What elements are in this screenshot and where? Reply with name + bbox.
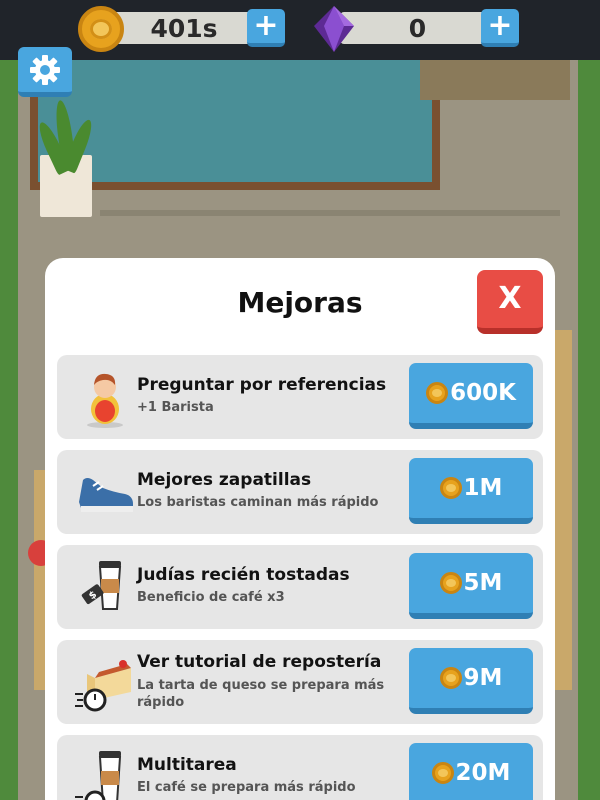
floor-stripe xyxy=(100,210,560,216)
upgrade-price: 600K xyxy=(450,380,516,406)
cafe-wall-segment xyxy=(420,60,570,100)
upgrade-title: Mejores zapatillas xyxy=(137,470,312,490)
shelf-right xyxy=(554,330,572,690)
upgrade-row: Mejores zapatillas Los baristas caminan … xyxy=(57,450,543,534)
upgrades-dialog: Mejoras X Preguntar por referencias +1 B… xyxy=(45,258,555,800)
close-button[interactable]: X xyxy=(477,270,543,334)
resource-bar: 401s + 0 + xyxy=(0,0,600,60)
upgrade-title: Multitarea xyxy=(137,755,237,775)
buy-upgrade-button[interactable]: 600K xyxy=(409,363,533,429)
gem-amount: 0 xyxy=(408,14,427,43)
upgrade-subtitle: El café se prepara más rápido xyxy=(137,780,356,795)
coin-icon xyxy=(439,477,462,499)
cheesecake-speed-icon xyxy=(75,660,131,712)
coin-amount: 401s xyxy=(150,14,218,43)
buy-upgrade-button[interactable]: 9M xyxy=(409,648,533,714)
add-coins-button[interactable]: + xyxy=(247,9,285,47)
upgrade-title: Ver tutorial de repostería xyxy=(137,652,382,672)
upgrade-price: 20M xyxy=(455,760,511,786)
add-gems-button[interactable]: + xyxy=(481,9,519,47)
coin-icon xyxy=(439,667,462,689)
coin-icon xyxy=(426,382,449,404)
gear-icon xyxy=(30,55,60,85)
upgrade-price: 9M xyxy=(463,665,503,691)
coffee-speed-icon xyxy=(75,751,122,800)
upgrade-subtitle: La tarta de queso se prepara más rápido xyxy=(137,678,385,710)
upgrade-row: Multitarea El café se prepara más rápido… xyxy=(57,735,543,800)
grass-left xyxy=(0,60,18,800)
coin-icon xyxy=(439,572,462,594)
coin-icon xyxy=(431,762,454,784)
barista-icon xyxy=(87,373,123,428)
upgrade-subtitle: Beneficio de café x3 xyxy=(137,590,285,605)
upgrade-row: $ Judías recién tostadas Beneficio de ca… xyxy=(57,545,543,629)
buy-upgrade-button[interactable]: 20M xyxy=(409,743,533,800)
buy-upgrade-button[interactable]: 1M xyxy=(409,458,533,524)
coin-icon xyxy=(78,6,124,52)
upgrade-price: 1M xyxy=(463,475,503,501)
gem-icon xyxy=(314,6,354,52)
coffee-price-tag-icon: $ xyxy=(81,561,122,610)
upgrade-subtitle: +1 Barista xyxy=(137,400,214,415)
upgrade-row: Preguntar por referencias +1 Barista 600… xyxy=(57,355,543,439)
upgrade-row: Ver tutorial de repostería La tarta de q… xyxy=(57,640,543,724)
upgrade-subtitle: Los baristas caminan más rápido xyxy=(137,495,379,510)
upgrade-title: Preguntar por referencias xyxy=(137,375,387,395)
upgrade-title: Judías recién tostadas xyxy=(137,565,350,585)
grass-right xyxy=(578,60,600,800)
sneaker-icon xyxy=(79,478,133,512)
settings-button[interactable] xyxy=(18,47,72,97)
buy-upgrade-button[interactable]: 5M xyxy=(409,553,533,619)
upgrade-price: 5M xyxy=(463,570,503,596)
